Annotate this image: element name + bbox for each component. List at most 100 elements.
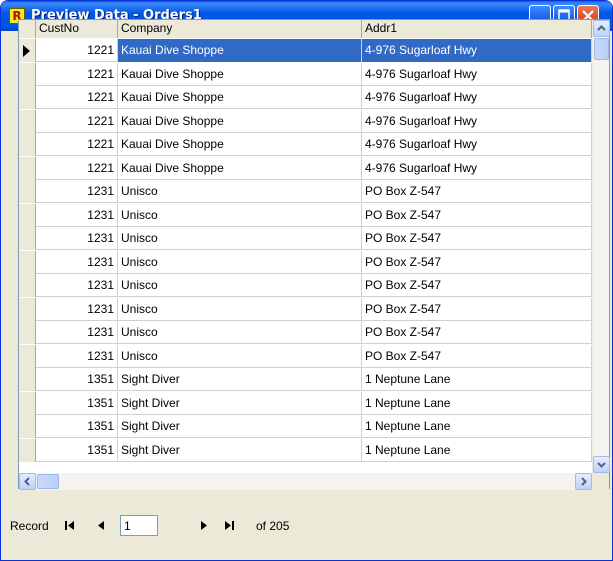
cell-custno[interactable]: 1231	[36, 274, 118, 297]
cell-company[interactable]: Unisco	[118, 203, 362, 227]
next-record-button[interactable]	[196, 517, 212, 535]
table-row[interactable]: 1231 Unisco PO Box Z-547	[19, 227, 592, 250]
cell-company[interactable]: Kauai Dive Shoppe	[118, 156, 362, 180]
row-indicator[interactable]	[19, 321, 36, 344]
horizontal-scrollbar[interactable]	[19, 473, 592, 490]
table-row[interactable]: 1231 Unisco PO Box Z-547	[19, 321, 592, 344]
cell-custno[interactable]: 1231	[36, 297, 118, 321]
cell-company[interactable]: Kauai Dive Shoppe	[118, 109, 362, 133]
cell-custno[interactable]: 1221	[36, 62, 118, 86]
cell-addr1[interactable]: PO Box Z-547	[362, 274, 592, 297]
row-indicator[interactable]	[19, 180, 36, 203]
cell-company[interactable]: Sight Diver	[118, 391, 362, 415]
column-header-custno[interactable]: CustNo	[36, 20, 118, 38]
cell-custno[interactable]: 1221	[36, 109, 118, 133]
cell-company[interactable]: Sight Diver	[118, 368, 362, 391]
row-indicator[interactable]	[19, 62, 36, 86]
cell-company[interactable]: Unisco	[118, 297, 362, 321]
row-indicator[interactable]	[19, 133, 36, 156]
row-indicator[interactable]	[19, 250, 36, 274]
cell-custno[interactable]: 1221	[36, 133, 118, 156]
vertical-scrollbar[interactable]	[592, 20, 610, 473]
cell-custno[interactable]: 1231	[36, 203, 118, 227]
cell-company[interactable]: Unisco	[118, 344, 362, 368]
cell-addr1[interactable]: PO Box Z-547	[362, 180, 592, 203]
table-row[interactable]: 1221 Kauai Dive Shoppe 4-976 Sugarloaf Hwy	[19, 109, 592, 133]
cell-addr1[interactable]: 1 Neptune Lane	[362, 368, 592, 391]
row-indicator[interactable]	[19, 344, 36, 368]
table-row[interactable]: 1231 Unisco PO Box Z-547	[19, 250, 592, 274]
cell-company[interactable]: Kauai Dive Shoppe	[118, 86, 362, 109]
cell-addr1[interactable]: PO Box Z-547	[362, 250, 592, 274]
cell-addr1[interactable]: 4-976 Sugarloaf Hwy	[362, 156, 592, 180]
cell-addr1[interactable]: PO Box Z-547	[362, 321, 592, 344]
cell-custno[interactable]: 1231	[36, 250, 118, 274]
cell-company[interactable]: Kauai Dive Shoppe	[118, 133, 362, 156]
cell-company[interactable]: Unisco	[118, 227, 362, 250]
row-indicator[interactable]	[19, 86, 36, 109]
cell-custno[interactable]: 1351	[36, 415, 118, 438]
cell-custno[interactable]: 1231	[36, 227, 118, 250]
row-indicator[interactable]	[19, 368, 36, 391]
row-indicator[interactable]	[19, 227, 36, 250]
row-indicator[interactable]	[19, 415, 36, 438]
column-header-addr1[interactable]: Addr1	[362, 20, 592, 38]
last-record-button[interactable]	[222, 517, 238, 535]
cell-addr1[interactable]: PO Box Z-547	[362, 297, 592, 321]
table-row[interactable]: 1351 Sight Diver 1 Neptune Lane	[19, 438, 592, 462]
cell-custno[interactable]: 1351	[36, 391, 118, 415]
cell-addr1[interactable]: 1 Neptune Lane	[362, 415, 592, 438]
table-row[interactable]: 1221 Kauai Dive Shoppe 4-976 Sugarloaf Hwy	[19, 39, 592, 62]
cell-addr1[interactable]: PO Box Z-547	[362, 203, 592, 227]
row-indicator[interactable]	[19, 297, 36, 321]
cell-addr1[interactable]: 4-976 Sugarloaf Hwy	[362, 62, 592, 86]
table-row[interactable]: 1231 Unisco PO Box Z-547	[19, 297, 592, 321]
table-row[interactable]: 1231 Unisco PO Box Z-547	[19, 203, 592, 227]
scroll-up-button[interactable]	[593, 20, 610, 37]
cell-addr1[interactable]: PO Box Z-547	[362, 344, 592, 368]
row-indicator[interactable]	[19, 438, 36, 462]
cell-addr1[interactable]: 1 Neptune Lane	[362, 391, 592, 415]
cell-company[interactable]: Sight Diver	[118, 415, 362, 438]
vertical-scroll-thumb[interactable]	[594, 38, 609, 60]
column-header-company[interactable]: Company	[118, 20, 362, 38]
cell-addr1[interactable]: 4-976 Sugarloaf Hwy	[362, 39, 592, 62]
table-row[interactable]: 1221 Kauai Dive Shoppe 4-976 Sugarloaf Hwy	[19, 86, 592, 109]
cell-custno[interactable]: 1221	[36, 86, 118, 109]
prior-record-button[interactable]	[94, 517, 110, 535]
table-row[interactable]: 1351 Sight Diver 1 Neptune Lane	[19, 368, 592, 391]
cell-addr1[interactable]: 4-976 Sugarloaf Hwy	[362, 86, 592, 109]
cell-company[interactable]: Sight Diver	[118, 438, 362, 462]
record-number-input[interactable]	[120, 515, 158, 536]
table-row[interactable]: 1351 Sight Diver 1 Neptune Lane	[19, 391, 592, 415]
row-indicator[interactable]	[19, 109, 36, 133]
cell-company[interactable]: Kauai Dive Shoppe	[118, 62, 362, 86]
horizontal-scroll-thumb[interactable]	[37, 474, 59, 489]
cell-company[interactable]: Unisco	[118, 274, 362, 297]
table-row[interactable]: 1221 Kauai Dive Shoppe 4-976 Sugarloaf Hwy	[19, 62, 592, 86]
cell-company[interactable]: Unisco	[118, 250, 362, 274]
scroll-left-button[interactable]	[19, 473, 36, 490]
row-indicator[interactable]	[19, 203, 36, 227]
cell-custno[interactable]: 1221	[36, 156, 118, 180]
cell-addr1[interactable]: 1 Neptune Lane	[362, 438, 592, 462]
data-grid[interactable]: CustNo Company Addr1 1221 Kauai Dive Shop…	[18, 19, 610, 490]
row-indicator[interactable]	[19, 39, 36, 62]
table-row[interactable]: 1231 Unisco PO Box Z-547	[19, 180, 592, 203]
cell-custno[interactable]: 1231	[36, 321, 118, 344]
cell-addr1[interactable]: 4-976 Sugarloaf Hwy	[362, 133, 592, 156]
cell-addr1[interactable]: 4-976 Sugarloaf Hwy	[362, 109, 592, 133]
row-indicator[interactable]	[19, 156, 36, 180]
cell-custno[interactable]: 1351	[36, 438, 118, 462]
table-row[interactable]: 1231 Unisco PO Box Z-547	[19, 344, 592, 368]
table-row[interactable]: 1221 Kauai Dive Shoppe 4-976 Sugarloaf Hwy	[19, 156, 592, 180]
first-record-button[interactable]	[62, 517, 78, 535]
cell-custno[interactable]: 1231	[36, 180, 118, 203]
scroll-down-button[interactable]	[593, 456, 610, 473]
table-row[interactable]: 1231 Unisco PO Box Z-547	[19, 274, 592, 297]
cell-addr1[interactable]: PO Box Z-547	[362, 227, 592, 250]
cell-custno[interactable]: 1231	[36, 344, 118, 368]
row-indicator[interactable]	[19, 274, 36, 297]
table-row[interactable]: 1221 Kauai Dive Shoppe 4-976 Sugarloaf Hwy	[19, 133, 592, 156]
scroll-right-button[interactable]	[575, 473, 592, 490]
